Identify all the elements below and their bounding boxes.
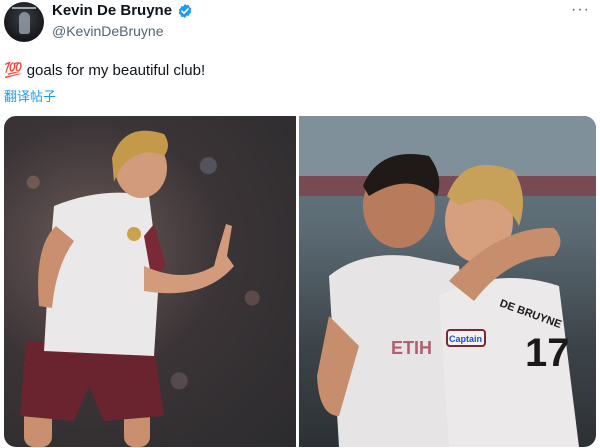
avatar-text-decoration [12,7,36,9]
player-celebrating-image [20,130,234,447]
author-name-row: Kevin De Bruyne [52,2,193,19]
tweet-photo-1[interactable] [4,116,296,447]
jersey-sponsor: ETIH [391,338,432,358]
translate-post-link[interactable]: 翻译帖子 [4,86,56,105]
author-name[interactable]: Kevin De Bruyne [52,2,172,19]
hundred-points-icon: 💯 [4,62,23,79]
avatar-figure [19,12,30,34]
captain-armband-label: Captain [449,334,482,344]
players-embracing-image: 17 DE BRUYNE Captain ETIH [299,116,596,447]
tweet-body: goals for my beautiful club! [26,61,206,79]
tweet-text: 💯 goals for my beautiful club! [4,61,206,80]
avatar[interactable] [4,2,44,42]
author-handle[interactable]: @KevinDeBruyne [52,23,164,39]
jersey-number: 17 [525,331,570,375]
verified-badge-icon [178,3,192,18]
more-options-icon[interactable]: ··· [571,2,590,18]
tweet-photo-2[interactable]: 17 DE BRUYNE Captain ETIH [299,116,596,447]
